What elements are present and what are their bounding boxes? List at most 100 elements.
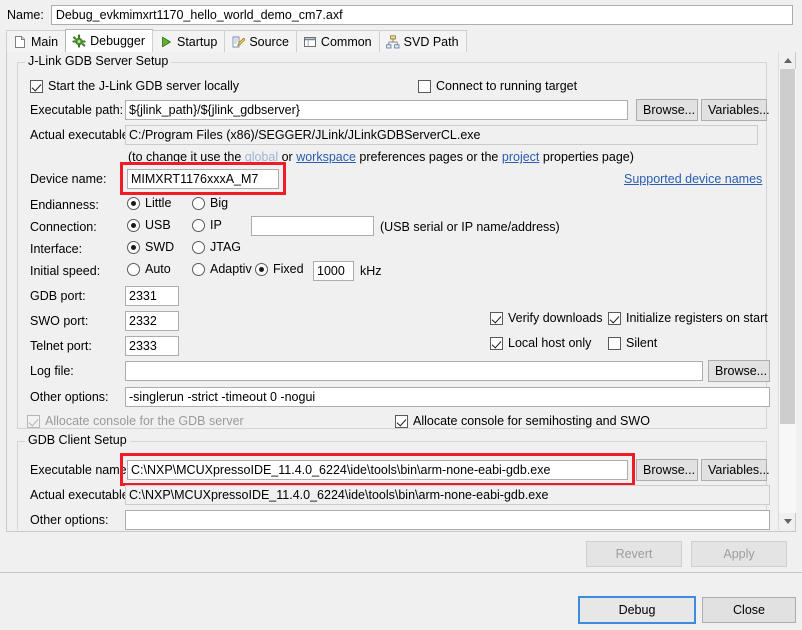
project-link[interactable]: project xyxy=(502,150,540,164)
initial-speed-auto-radio[interactable]: Auto xyxy=(127,262,171,276)
debugger-settings-content: J-Link GDB Server Setup Start the J-Link… xyxy=(7,52,779,530)
checkbox-box xyxy=(490,336,503,350)
local-host-only-checkbox[interactable]: Local host only xyxy=(490,336,591,350)
server-other-options-input[interactable] xyxy=(125,387,770,407)
device-name-input[interactable] xyxy=(127,169,279,189)
allocate-semihosting-console-checkbox[interactable]: Allocate console for semihosting and SWO xyxy=(395,414,650,428)
tab-source-label: Source xyxy=(249,34,289,49)
client-executable-name-input[interactable] xyxy=(127,460,628,480)
connect-to-running-target-checkbox[interactable]: Connect to running target xyxy=(418,79,577,93)
silent-checkbox[interactable]: Silent xyxy=(608,336,657,350)
verify-downloads-checkbox[interactable]: Verify downloads xyxy=(490,311,603,325)
tab-svd-path-label: SVD Path xyxy=(403,34,459,49)
log-file-browse-button[interactable]: Browse... xyxy=(708,360,770,382)
interface-label: Interface: xyxy=(30,242,83,256)
local-host-only-label: Local host only xyxy=(508,336,592,350)
interface-swd-label: SWD xyxy=(145,240,175,254)
device-name-label: Device name: xyxy=(30,172,107,186)
gdb-port-input[interactable] xyxy=(125,286,179,306)
supported-device-names-link[interactable]: Supported device names xyxy=(624,172,762,186)
play-icon xyxy=(159,35,173,49)
change-hint-text: (to change it use the global or workspac… xyxy=(128,150,634,164)
allocate-gdb-console-checkbox: Allocate console for the GDB server xyxy=(27,414,244,428)
interface-swd-radio[interactable]: SWD xyxy=(127,240,174,254)
workspace-link[interactable]: workspace xyxy=(296,150,356,164)
scrollbar-track[interactable] xyxy=(779,69,796,513)
tab-debugger[interactable]: Debugger xyxy=(65,29,153,52)
radio-box xyxy=(255,262,268,276)
telnet-port-input[interactable] xyxy=(125,336,179,356)
tab-svd-path[interactable]: SVD Path xyxy=(378,30,467,52)
launch-configuration-dialog: Name: Main xyxy=(0,0,802,630)
checkbox-box xyxy=(418,79,431,93)
debugger-settings-panel: J-Link GDB Server Setup Start the J-Link… xyxy=(6,52,796,532)
checkbox-box xyxy=(490,311,503,325)
source-edit-icon xyxy=(231,35,246,49)
name-label: Name: xyxy=(7,8,44,22)
close-button[interactable]: Close xyxy=(702,597,796,623)
tab-bar: Main Debugger Startup Source Common SVD … xyxy=(6,29,796,53)
swo-port-input[interactable] xyxy=(125,311,179,331)
jlink-group-title: J-Link GDB Server Setup xyxy=(25,54,172,68)
allocate-semihosting-console-label: Allocate console for semihosting and SWO xyxy=(413,414,650,428)
endianness-little-radio[interactable]: Little xyxy=(127,196,171,210)
tab-startup[interactable]: Startup xyxy=(152,30,226,52)
executable-path-browse-button[interactable]: Browse... xyxy=(636,99,698,121)
start-gdb-server-locally-label: Start the J-Link GDB server locally xyxy=(48,79,240,93)
executable-path-label: Executable path: xyxy=(30,103,124,117)
name-row: Name: xyxy=(0,0,802,30)
client-executable-variables-button[interactable]: Variables... xyxy=(701,459,770,481)
endianness-big-label: Big xyxy=(210,196,229,210)
tab-main[interactable]: Main xyxy=(6,30,67,52)
tab-common-label: Common xyxy=(320,34,372,49)
interface-jtag-radio[interactable]: JTAG xyxy=(192,240,241,254)
endianness-little-label: Little xyxy=(145,196,172,210)
vertical-scrollbar[interactable] xyxy=(778,52,796,530)
scroll-up-button[interactable] xyxy=(779,52,796,69)
scrollbar-thumb[interactable] xyxy=(780,69,795,424)
connection-usb-radio[interactable]: USB xyxy=(127,218,171,232)
initialize-registers-checkbox[interactable]: Initialize registers on start xyxy=(608,311,768,325)
swo-port-label: SWO port: xyxy=(30,314,89,328)
connection-label: Connection: xyxy=(30,220,97,234)
scroll-down-button[interactable] xyxy=(779,513,796,530)
window-icon xyxy=(303,35,317,49)
start-gdb-server-locally-checkbox[interactable]: Start the J-Link GDB server locally xyxy=(30,79,239,93)
debug-button[interactable]: Debug xyxy=(578,596,696,624)
global-link[interactable]: global xyxy=(245,150,278,164)
endianness-big-radio[interactable]: Big xyxy=(192,196,228,210)
tab-common[interactable]: Common xyxy=(295,30,380,52)
executable-path-input[interactable] xyxy=(125,100,628,120)
client-executable-browse-button[interactable]: Browse... xyxy=(636,459,698,481)
initial-speed-value-input[interactable] xyxy=(313,261,354,281)
connection-usb-label: USB xyxy=(145,218,171,232)
client-actual-executable-value xyxy=(125,485,770,505)
apply-button[interactable]: Apply xyxy=(691,541,787,567)
configuration-name-input[interactable] xyxy=(50,5,793,25)
client-other-options-input[interactable] xyxy=(125,510,770,530)
hint-pre: (to change it use the xyxy=(128,150,245,164)
verify-downloads-label: Verify downloads xyxy=(508,311,603,325)
initial-speed-fixed-label: Fixed xyxy=(273,262,304,276)
executable-path-variables-button[interactable]: Variables... xyxy=(701,99,770,121)
hierarchy-icon xyxy=(385,34,400,49)
initialize-registers-label: Initialize registers on start xyxy=(626,311,768,325)
tab-startup-label: Startup xyxy=(177,34,218,49)
connection-ip-radio[interactable]: IP xyxy=(192,218,222,232)
document-icon xyxy=(13,35,27,49)
log-file-input[interactable] xyxy=(125,361,703,381)
tab-source[interactable]: Source xyxy=(224,30,297,52)
initial-speed-adaptive-radio[interactable]: Adaptiv xyxy=(192,262,255,276)
checkbox-box xyxy=(608,311,621,325)
radio-box xyxy=(127,240,140,254)
checkbox-box xyxy=(608,336,621,350)
radio-box xyxy=(127,196,140,210)
connection-address-input[interactable] xyxy=(251,216,374,236)
radio-box xyxy=(192,262,205,276)
actual-executable-value xyxy=(125,125,758,145)
radio-box xyxy=(127,218,140,232)
revert-button[interactable]: Revert xyxy=(586,541,682,567)
connection-hint: (USB serial or IP name/address) xyxy=(380,220,560,234)
checkbox-box xyxy=(395,414,408,428)
initial-speed-fixed-radio[interactable]: Fixed xyxy=(255,262,304,276)
